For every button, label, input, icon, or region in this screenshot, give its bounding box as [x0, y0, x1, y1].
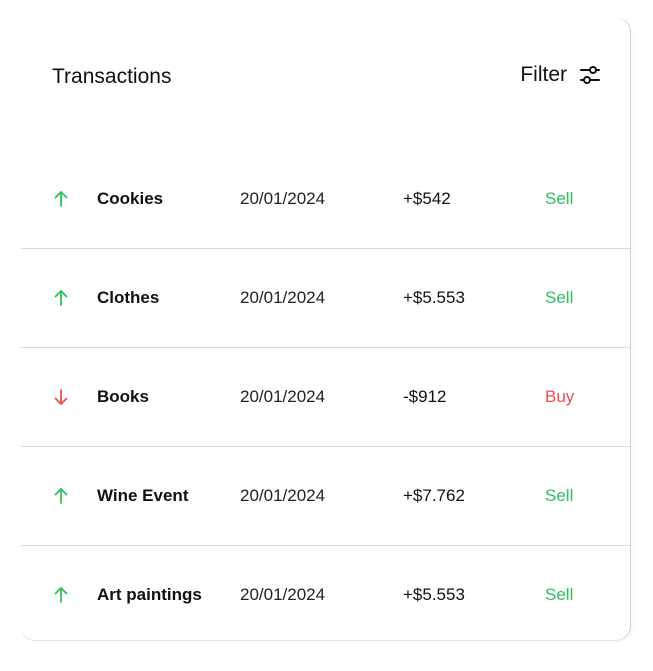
- transaction-date: 20/01/2024: [240, 386, 326, 406]
- transaction-amount: +$542: [403, 188, 451, 208]
- transaction-amount: +$5.553: [403, 287, 465, 307]
- table-row[interactable]: Cookies 20/01/2024 +$542 Sell: [21, 149, 630, 249]
- table-row[interactable]: Art paintings 20/01/2024 +$5.553 Sell: [21, 545, 630, 640]
- table-row[interactable]: Clothes 20/01/2024 +$5.553 Sell: [21, 248, 630, 348]
- transaction-type: Buy: [545, 386, 575, 406]
- transactions-card: Transactions Filter Cookies 20/01/2024 +$5…: [21, 18, 630, 640]
- transaction-date: 20/01/2024: [240, 188, 326, 208]
- filter-label: Filter: [520, 63, 567, 86]
- transaction-date: 20/01/2024: [240, 584, 326, 604]
- filter-button[interactable]: Filter: [520, 63, 601, 87]
- arrow-down-icon: [54, 388, 68, 405]
- transaction-amount: +$5.553: [403, 584, 465, 604]
- transaction-amount: -$912: [403, 386, 447, 406]
- transaction-type: Sell: [545, 188, 574, 208]
- transaction-type: Sell: [545, 485, 574, 505]
- transaction-date: 20/01/2024: [240, 287, 326, 307]
- transaction-name: Books: [97, 386, 149, 406]
- arrow-up-icon: [54, 487, 68, 504]
- transaction-name: Cookies: [97, 188, 164, 208]
- arrow-up-icon: [54, 289, 68, 306]
- table-row[interactable]: Wine Event 20/01/2024 +$7.762 Sell: [21, 446, 630, 546]
- transaction-date: 20/01/2024: [240, 485, 326, 505]
- transaction-name: Art paintings: [97, 584, 202, 604]
- transaction-name: Clothes: [97, 287, 160, 307]
- transaction-type: Sell: [545, 584, 574, 604]
- transaction-name: Wine Event: [97, 485, 189, 505]
- page-title: Transactions: [52, 65, 172, 88]
- arrow-up-icon: [54, 190, 68, 207]
- arrow-up-icon: [54, 586, 68, 603]
- transaction-type: Sell: [545, 287, 574, 307]
- sliders-icon: [580, 66, 600, 84]
- table-row[interactable]: Books 20/01/2024 -$912 Buy: [21, 347, 630, 447]
- transaction-amount: +$7.762: [403, 485, 465, 505]
